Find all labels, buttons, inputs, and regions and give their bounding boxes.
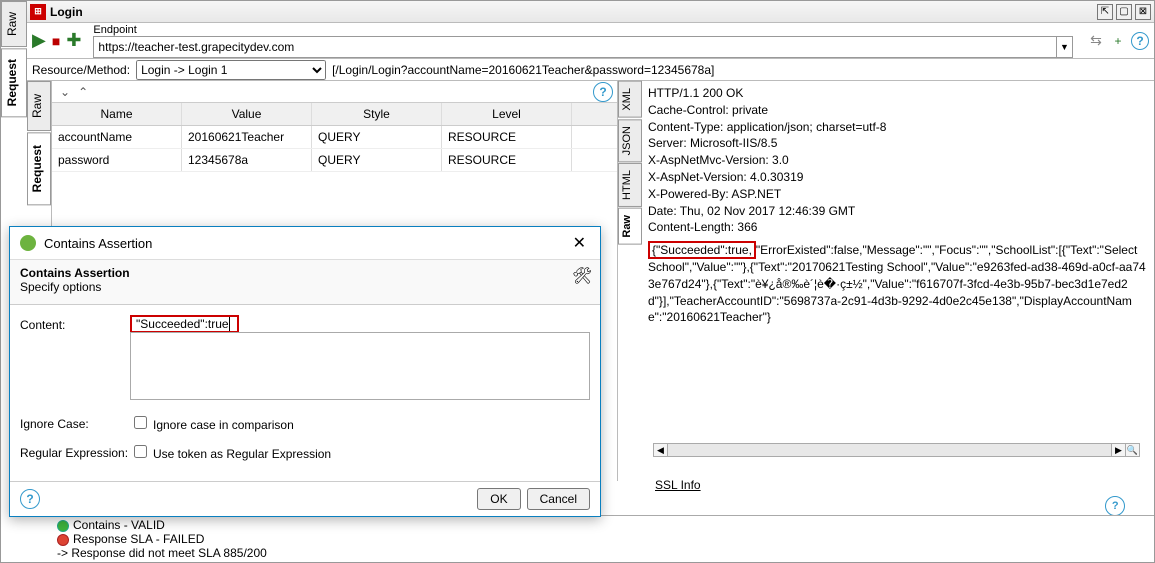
response-header-line: Content-Length: 366 [648,219,1148,236]
window-close-icon[interactable]: ⊠ [1135,4,1151,20]
col-style: Style [312,103,442,125]
param-tab-raw[interactable]: Raw [27,81,51,131]
ssl-info-link[interactable]: SSL Info [655,478,701,492]
assertion-detail: -> Response did not meet SLA 885/200 [57,546,1150,560]
response-body: HTTP/1.1 200 OK Cache-Control: private C… [642,81,1154,481]
ignore-case-option[interactable]: Ignore case in comparison [130,413,294,432]
dialog-help-icon[interactable]: ? [20,489,40,509]
toolbar-add-icon[interactable]: + [1109,32,1127,50]
dialog-subtitle: Contains Assertion [20,266,572,280]
resource-method-label: Resource/Method: [32,63,130,77]
response-vertical-tabs: XML JSON HTML Raw [618,81,642,481]
help-icon: ? [1105,496,1125,516]
response-header-line: Cache-Control: private [648,102,1148,119]
param-help-icon[interactable]: ? [593,82,613,102]
endpoint-input[interactable] [93,36,1057,58]
resource-method-row: Resource/Method: Login -> Login 1 [/Logi… [27,59,1154,81]
scroll-left-icon[interactable]: ◀ [654,444,668,456]
response-header-line: Date: Thu, 02 Nov 2017 12:46:39 GMT [648,203,1148,220]
param-table-header: Name Value Style Level [52,103,617,126]
run-icon[interactable]: ▶ [32,30,46,51]
assertion-row[interactable]: Contains - VALID [57,518,1150,532]
window-maximize-icon[interactable]: ▢ [1116,4,1132,20]
ignore-case-checkbox[interactable] [134,416,147,429]
window-titlebar: ⊞ Login ⇱ ▢ ⊠ [27,1,1154,23]
tab-raw[interactable]: Raw [1,1,27,47]
expand-icon[interactable]: ⌄ [60,85,70,99]
scroll-search-icon[interactable]: 🔍 [1125,444,1139,456]
col-level: Level [442,103,572,125]
response-header-line: HTTP/1.1 200 OK [648,85,1148,102]
table-row[interactable]: password 12345678a QUERY RESOURCE [52,149,617,172]
resp-tab-html[interactable]: HTML [618,163,642,207]
regex-label: Regular Expression: [20,443,130,460]
dialog-description: Specify options [20,280,572,294]
add-icon[interactable]: ✚ [66,30,81,51]
assertion-row[interactable]: Response SLA - FAILED [57,532,1150,546]
col-value: Value [182,103,312,125]
scroll-right-icon[interactable]: ▶ [1111,444,1125,456]
resp-tab-raw[interactable]: Raw [618,208,642,245]
response-header-line: Server: Microsoft-IIS/8.5 [648,135,1148,152]
regex-checkbox[interactable] [134,445,147,458]
response-header-line: X-Powered-By: ASP.NET [648,186,1148,203]
resp-tab-json[interactable]: JSON [618,119,642,162]
window-undock-icon[interactable]: ⇱ [1097,4,1113,20]
response-header-line: Content-Type: application/json; charset=… [648,119,1148,136]
app-icon: ⊞ [30,4,46,20]
col-name: Name [52,103,182,125]
json-highlight: {"Succeeded":true, [648,241,756,259]
wrench-icon[interactable]: 🛠 [572,266,590,284]
resource-method-select[interactable]: Login -> Login 1 [136,60,326,80]
ignore-case-label: Ignore Case: [20,414,130,431]
response-scrollbar[interactable]: ◀ ▶ 🔍 [653,443,1140,457]
assertion-panel: Contains - VALID Response SLA - FAILED -… [53,515,1154,562]
toolbar-extra-icon[interactable]: ⇆ [1087,32,1105,50]
response-header-line: X-AspNetMvc-Version: 3.0 [648,152,1148,169]
response-json[interactable]: {"Succeeded":true,"ErrorExisted":false,"… [648,242,1148,326]
content-highlight: "Succeeded":true [130,315,239,333]
param-tab-request[interactable]: Request [27,132,51,205]
resource-method-path: [/Login/Login?accountName=20160621Teache… [332,63,714,77]
dialog-title: Contains Assertion [44,236,152,251]
content-textarea[interactable] [130,332,590,400]
regex-option[interactable]: Use token as Regular Expression [130,442,331,461]
tab-request[interactable]: Request [1,48,27,117]
table-row[interactable]: accountName 20160621Teacher QUERY RESOUR… [52,126,617,149]
dialog-icon [20,235,36,251]
window-title: Login [50,5,83,19]
endpoint-dropdown-icon[interactable]: ▼ [1057,36,1073,58]
toolbar-help-icon[interactable]: ? [1131,32,1149,50]
collapse-icon[interactable]: ⌃ [78,85,88,99]
response-header-line: X-AspNet-Version: 4.0.30319 [648,169,1148,186]
ok-button[interactable]: OK [477,488,520,510]
stop-icon[interactable]: ■ [52,33,60,49]
status-dot-red [57,534,69,546]
status-dot-green [57,520,69,532]
content-label: Content: [20,315,130,332]
close-icon[interactable]: ✕ [569,233,590,253]
endpoint-label: Endpoint [93,24,1073,36]
request-toolbar: ▶ ■ ✚ Endpoint ▼ ⇆ + ? [27,23,1154,59]
resp-tab-xml[interactable]: XML [618,81,642,118]
cancel-button[interactable]: Cancel [527,488,590,510]
contains-assertion-dialog: Contains Assertion ✕ Contains Assertion … [9,226,601,517]
